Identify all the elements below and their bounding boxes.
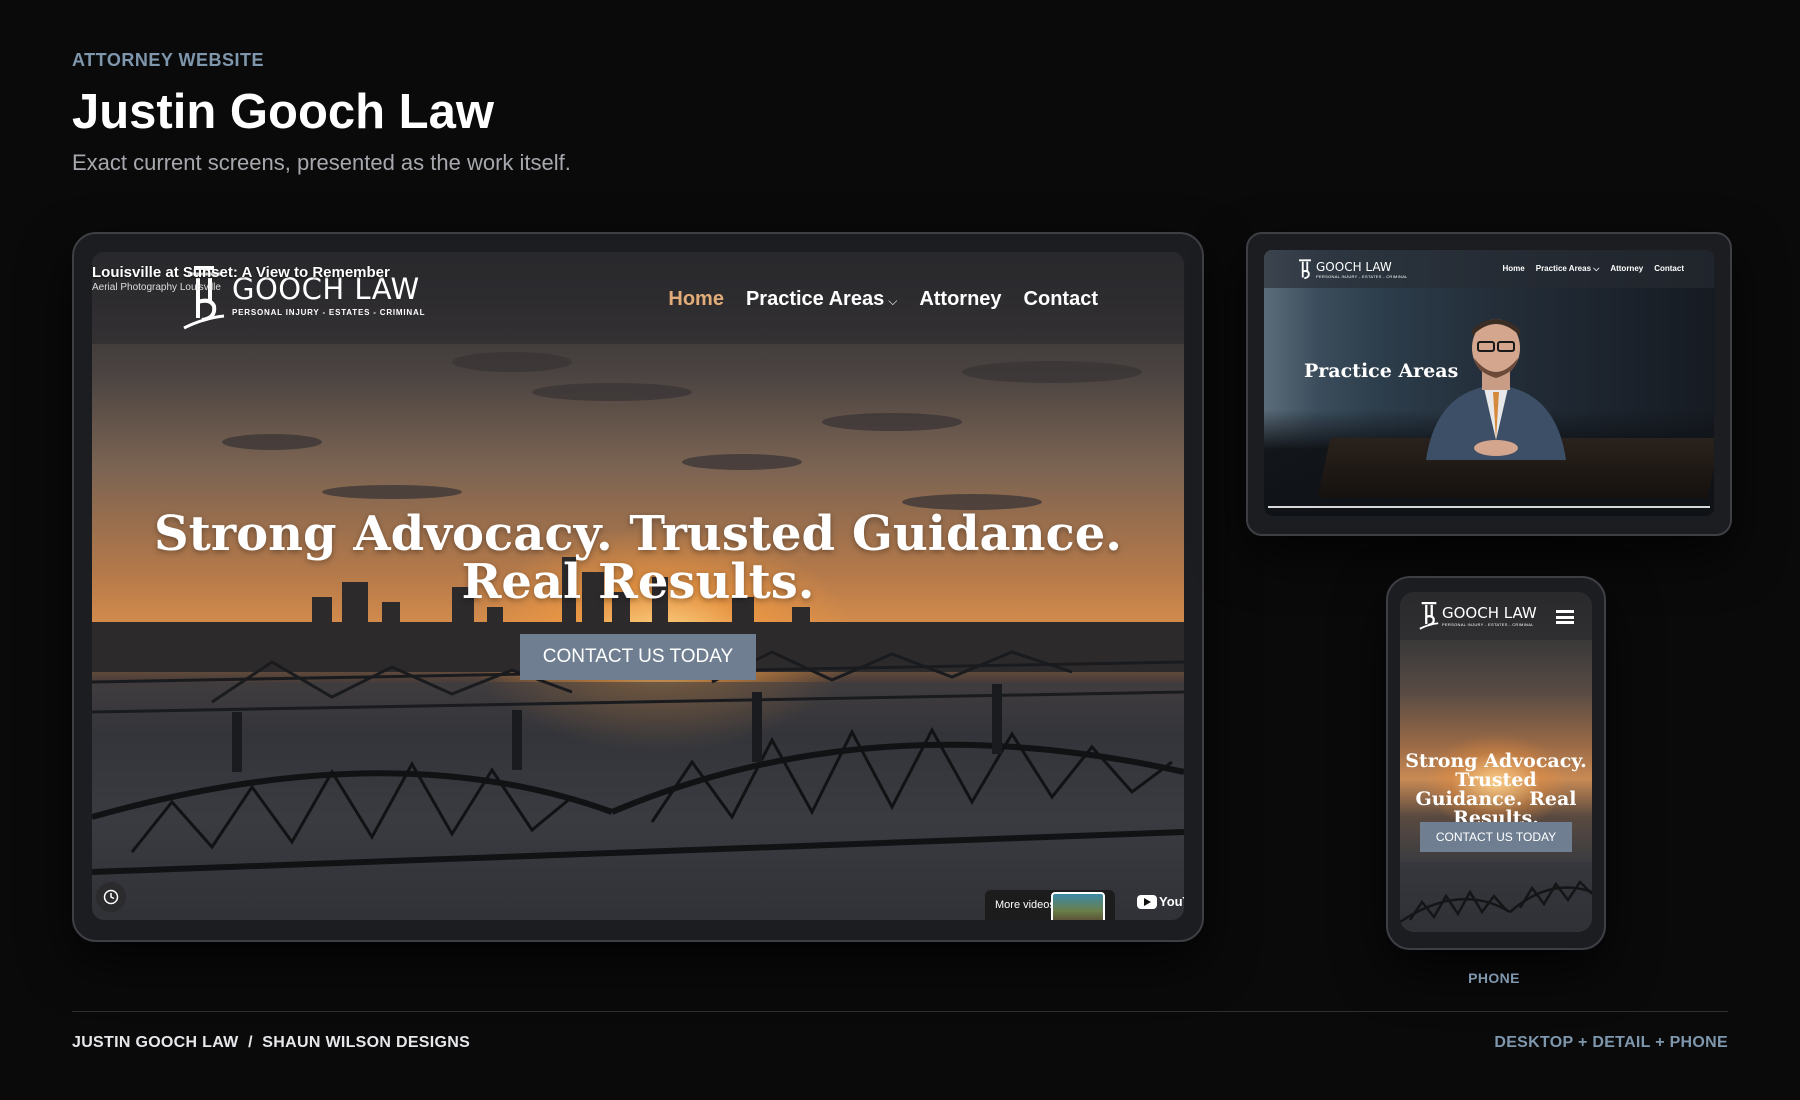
phone-logo-name: GOOCH LAW [1442,604,1537,622]
phone-hero-heading: Strong Advocacy. Trusted Guidance. Real … [1405,750,1587,829]
detail-site-logo[interactable]: GOOCH LAW PERSONAL INJURY - ESTATES - CR… [1296,256,1408,284]
phone-device-frame: GOOCH LAW PERSONAL INJURY - ESTATES - CR… [1386,576,1606,950]
desktop-device-frame: GOOCH LAW PERSONAL INJURY - ESTATES - CR… [72,232,1204,942]
detail-nav-practice-areas[interactable]: Practice Areas ⌵ [1536,264,1600,274]
gooch-law-logo-icon [1299,259,1311,280]
eyebrow-label: ATTORNEY WEBSITE [72,50,265,70]
phone-site-logo[interactable]: GOOCH LAW PERSONAL INJURY - ESTATES - CR… [1418,598,1537,632]
video-channel: Aerial Photography Louisville [92,282,221,293]
youtube-play-icon [1137,894,1157,909]
video-thumbnail[interactable] [1051,892,1105,920]
nav-contact[interactable]: Contact [1024,288,1098,311]
page-subtitle: Exact current screens, presented as the … [72,150,571,175]
nav-practice-areas[interactable]: Practice Areas ⌵ [746,288,897,311]
more-videos-panel[interactable]: More videos [985,890,1115,920]
chevron-down-icon: ⌵ [1591,264,1600,273]
nav-attorney[interactable]: Attorney [919,288,1001,311]
watch-later-button[interactable] [96,882,126,912]
hero-heading: Strong Advocacy. Trusted Guidance. Real … [154,506,1122,610]
chevron-down-icon: ⌵ [888,294,898,308]
youtube-logo[interactable]: YouT [1137,894,1184,909]
detail-screen: GOOCH LAW PERSONAL INJURY - ESTATES - CR… [1264,250,1714,516]
phone-logo-tagline: PERSONAL INJURY - ESTATES - CRIMINAL [1442,622,1534,627]
phone-contact-us-button[interactable]: CONTACT US TODAY [1420,822,1572,852]
phone-label: PHONE [1468,970,1520,986]
main-nav: Home Practice Areas ⌵ Attorney Contact [668,288,1098,311]
detail-nav-contact[interactable]: Contact [1654,264,1684,274]
presentation-page: ATTORNEY WEBSITE Justin Gooch Law Exact … [0,0,1800,1100]
clock-icon [103,889,119,905]
detail-divider [1268,506,1710,508]
video-title[interactable]: Louisville at Sunset: A View to Remember [92,264,390,281]
contact-us-button[interactable]: CONTACT US TODAY [520,634,756,680]
practice-areas-heading: Practice Areas [1304,360,1459,382]
detail-nav: Home Practice Areas ⌵ Attorney Contact [1503,264,1685,274]
detail-logo-name: GOOCH LAW [1316,260,1392,274]
footer-divider [72,1011,1728,1012]
detail-nav-practice-areas-label: Practice Areas [1535,264,1592,273]
footer-views-label: DESKTOP + DETAIL + PHONE [1494,1034,1728,1051]
logo-tagline: PERSONAL INJURY - ESTATES - CRIMINAL [232,308,426,317]
gooch-law-logo-icon [1419,601,1439,630]
phone-bridge-silhouette [1400,862,1592,932]
youtube-label: YouT [1159,894,1184,909]
hamburger-menu-icon[interactable] [1556,610,1574,624]
desktop-screen: GOOCH LAW PERSONAL INJURY - ESTATES - CR… [92,252,1184,920]
detail-nav-home[interactable]: Home [1503,264,1525,274]
detail-nav-attorney[interactable]: Attorney [1610,264,1643,274]
more-videos-label: More videos [995,899,1055,911]
detail-device-frame: GOOCH LAW PERSONAL INJURY - ESTATES - CR… [1246,232,1732,536]
detail-logo-tagline: PERSONAL INJURY - ESTATES - CRIMINAL [1316,274,1408,279]
nav-home[interactable]: Home [668,288,724,311]
detail-site-header: GOOCH LAW PERSONAL INJURY - ESTATES - CR… [1264,250,1714,288]
phone-site-header: GOOCH LAW PERSONAL INJURY - ESTATES - CR… [1400,592,1592,640]
page-title: Justin Gooch Law [72,85,494,139]
footer-credits: JUSTIN GOOCH LAW / SHAUN WILSON DESIGNS [72,1034,471,1051]
nav-practice-areas-label: Practice Areas [745,288,885,310]
phone-screen: GOOCH LAW PERSONAL INJURY - ESTATES - CR… [1400,592,1592,932]
